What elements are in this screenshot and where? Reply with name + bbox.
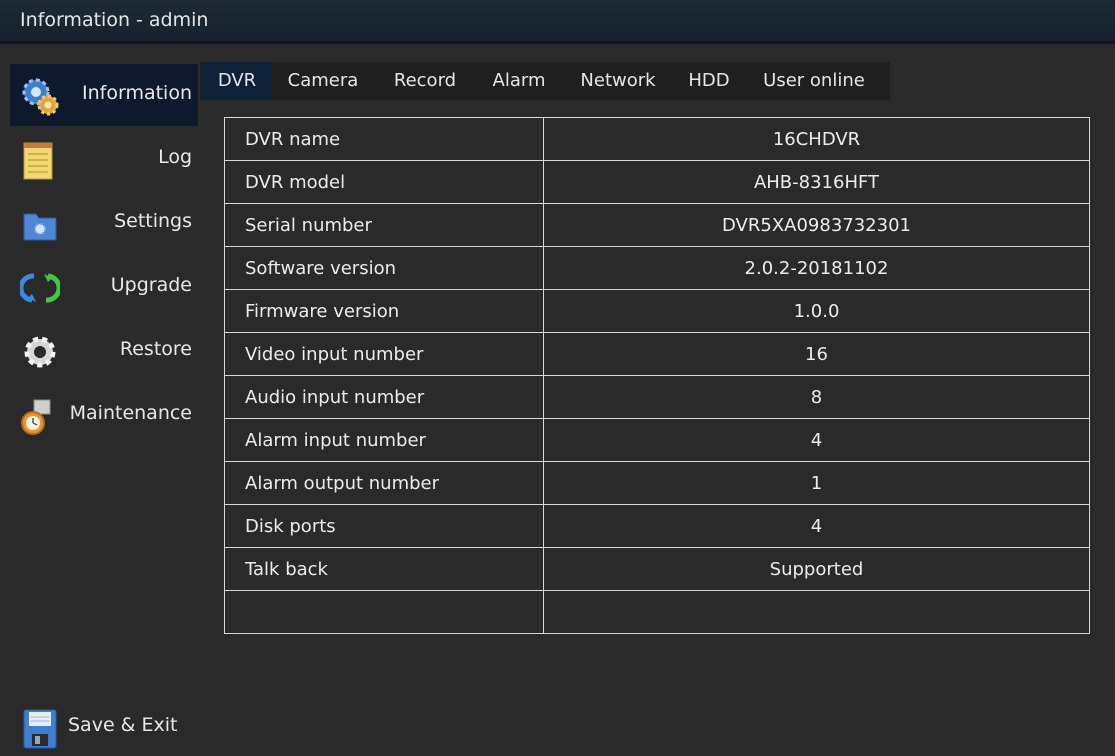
dvr-info-table: DVR name 16CHDVR DVR model AHB-8316HFT Ser… <box>224 117 1090 634</box>
row-value: 16CHDVR <box>543 117 1090 161</box>
row-key: Serial number <box>224 203 544 247</box>
sidebar-item-settings[interactable]: Settings <box>10 192 198 254</box>
row-key: Alarm output number <box>224 461 544 505</box>
table-row: Alarm output number 1 <box>224 461 1090 505</box>
table-row: Serial number DVR5XA0983732301 <box>224 203 1090 247</box>
row-key: Video input number <box>224 332 544 376</box>
sidebar-item-maintenance[interactable]: Maintenance <box>10 384 198 446</box>
table-row: Audio input number 8 <box>224 375 1090 419</box>
table-row: DVR model AHB-8316HFT <box>224 160 1090 204</box>
row-value: DVR5XA0983732301 <box>543 203 1090 247</box>
row-key: DVR model <box>224 160 544 204</box>
floppy-disk-icon <box>23 709 57 749</box>
sidebar-item-information[interactable]: Information <box>10 64 198 126</box>
row-value <box>543 590 1090 634</box>
row-value: 1.0.0 <box>543 289 1090 333</box>
row-key: DVR name <box>224 117 544 161</box>
tab-hdd[interactable]: HDD <box>678 62 740 100</box>
table-row: Disk ports 4 <box>224 504 1090 548</box>
row-value: AHB-8316HFT <box>543 160 1090 204</box>
gears-icon <box>22 78 59 116</box>
window-title: Information - admin <box>20 9 209 31</box>
table-row: DVR name 16CHDVR <box>224 117 1090 161</box>
sidebar-item-restore[interactable]: Restore <box>10 320 198 382</box>
table-row: Alarm input number 4 <box>224 418 1090 462</box>
sidebar-item-log[interactable]: Log <box>10 128 198 190</box>
row-key: Firmware version <box>224 289 544 333</box>
table-row: Talk back Supported <box>224 547 1090 591</box>
table-row <box>224 590 1090 634</box>
row-value: 4 <box>543 418 1090 462</box>
save-exit-label: Save & Exit <box>68 714 178 736</box>
row-key: Alarm input number <box>224 418 544 462</box>
row-value: Supported <box>543 547 1090 591</box>
gear-icon <box>24 336 56 368</box>
tab-record[interactable]: Record <box>380 62 470 100</box>
tab-alarm[interactable]: Alarm <box>480 62 558 100</box>
sidebar-item-label: Information <box>82 82 192 104</box>
tab-network[interactable]: Network <box>566 62 670 100</box>
row-value: 8 <box>543 375 1090 419</box>
table-row: Software version 2.0.2-20181102 <box>224 246 1090 290</box>
sidebar-item-label: Log <box>158 146 192 168</box>
row-value: 16 <box>543 332 1090 376</box>
sidebar-item-label: Maintenance <box>69 402 192 424</box>
sidebar-item-upgrade[interactable]: Upgrade <box>10 256 198 318</box>
row-key: Disk ports <box>224 504 544 548</box>
clock-calendar-icon <box>21 399 51 435</box>
row-value: 1 <box>543 461 1090 505</box>
sidebar-item-label: Upgrade <box>110 274 192 296</box>
row-key: Audio input number <box>224 375 544 419</box>
notepad-icon <box>23 142 53 180</box>
table-row: Video input number 16 <box>224 332 1090 376</box>
row-value: 2.0.2-20181102 <box>543 246 1090 290</box>
tab-dvr[interactable]: DVR <box>202 62 272 100</box>
sidebar: Information Log Settings Upgrade Restore… <box>0 50 200 756</box>
row-key: Software version <box>224 246 544 290</box>
row-key <box>224 590 544 634</box>
tab-user-online[interactable]: User online <box>748 62 880 100</box>
sidebar-item-label: Restore <box>119 338 192 360</box>
sidebar-item-label: Settings <box>114 210 192 232</box>
refresh-arrows-icon <box>20 273 60 303</box>
settings-folder-icon <box>23 213 57 241</box>
table-row: Firmware version 1.0.0 <box>224 289 1090 333</box>
tab-camera[interactable]: Camera <box>274 62 372 100</box>
row-key: Talk back <box>224 547 544 591</box>
title-bar: Information - admin <box>0 0 1115 44</box>
save-exit-button[interactable]: Save & Exit <box>10 702 210 752</box>
tab-bar: DVR Camera Record Alarm Network HDD User… <box>200 62 890 100</box>
row-value: 4 <box>543 504 1090 548</box>
